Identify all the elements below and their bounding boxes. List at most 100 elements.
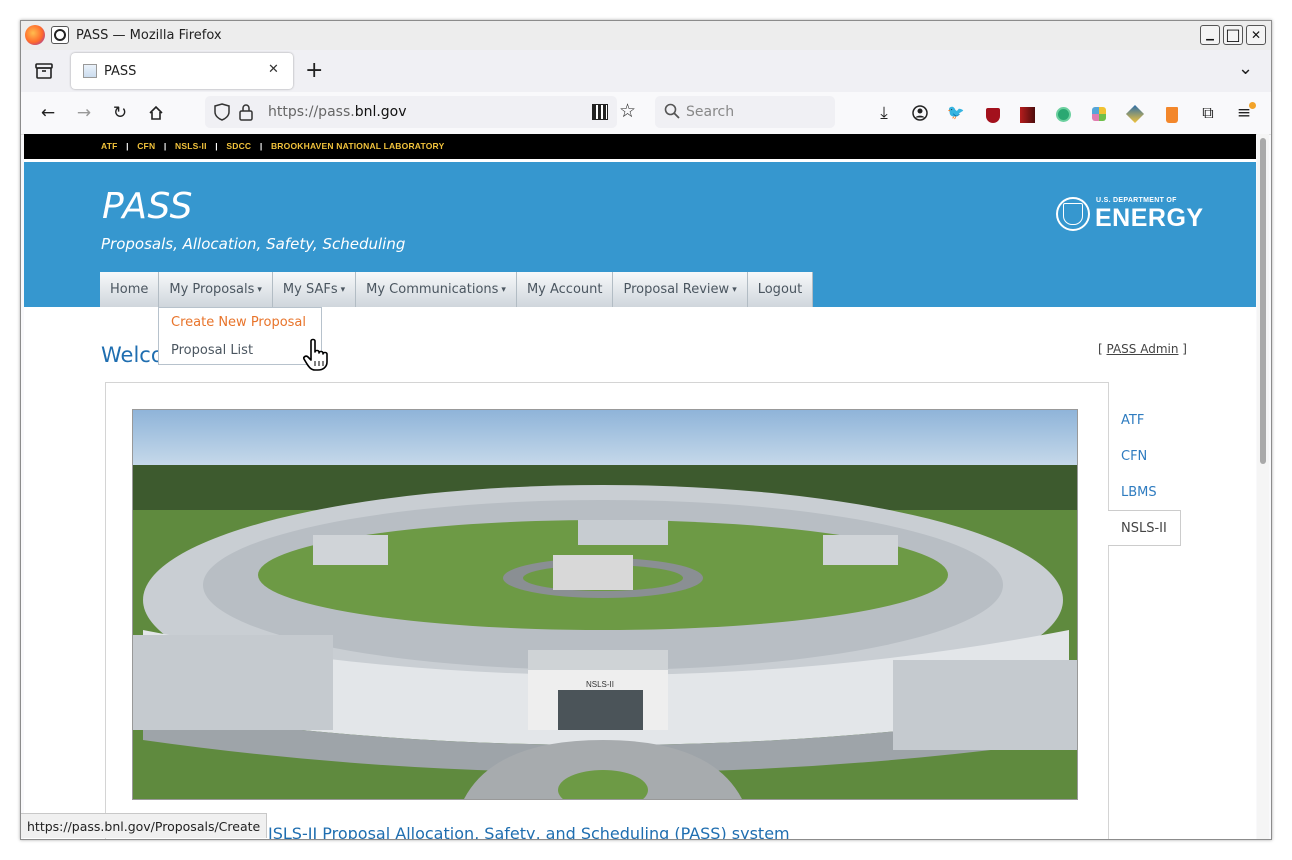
window-title: PASS — Mozilla Firefox <box>76 28 222 43</box>
caret-down-icon: ▾ <box>732 284 737 295</box>
toplink-bnl[interactable]: BROOKHAVEN NATIONAL LABORATORY <box>271 141 444 151</box>
tab-close-icon[interactable]: ✕ <box>268 62 279 77</box>
puzzle-icon: ⧉ <box>1202 103 1214 122</box>
search-box[interactable]: Search <box>655 96 835 128</box>
extensions-button[interactable]: ⧉ <box>1195 100 1221 126</box>
page-scrollbar[interactable] <box>1257 134 1269 839</box>
maximize-button[interactable]: □ <box>1223 25 1243 45</box>
separator: | <box>163 141 167 151</box>
forward-arrow-icon: → <box>76 103 92 123</box>
download-icon: ⤓ <box>880 103 888 123</box>
menu-label: My Proposals <box>169 282 255 297</box>
main-menu: Home My Proposals ▾ My SAFs ▾ My Communica… <box>100 272 814 307</box>
side-tab-atf[interactable]: ATF <box>1121 413 1144 428</box>
toplink-sdcc[interactable]: SDCC <box>226 141 251 151</box>
page-content: ATF | CFN | NSLS-II | SDCC | BROOKHAVEN … <box>24 134 1256 839</box>
extension-blue-icon[interactable] <box>1125 104 1145 124</box>
photo-sign: NSLS-II <box>586 680 614 689</box>
welcome-heading: Welco <box>101 343 164 367</box>
home-icon <box>149 105 163 120</box>
qr-code-icon[interactable] <box>592 104 608 120</box>
my-proposals-dropdown: Create New Proposal Proposal List <box>158 307 322 365</box>
reload-button[interactable]: ↻ <box>107 100 133 126</box>
dropdown-proposal-list[interactable]: Proposal List <box>171 343 253 358</box>
back-arrow-icon: ← <box>40 103 56 123</box>
reload-icon: ↻ <box>112 103 128 123</box>
menu-my-communications[interactable]: My Communications ▾ <box>356 272 517 307</box>
close-window-button[interactable]: ✕ <box>1246 25 1266 45</box>
menu-label: My Account <box>526 282 603 297</box>
close-icon: ✕ <box>1250 28 1262 42</box>
pass-admin-link[interactable]: PASS Admin <box>1107 342 1179 356</box>
minimize-icon: ▁ <box>1206 29 1214 41</box>
address-bar[interactable]: https://pass.bnl.gov ☆ <box>205 96 636 128</box>
tab-label: PASS <box>104 64 137 79</box>
pass-intro-heading: ISLS-II Proposal Allocation, Safety, and… <box>268 824 790 839</box>
side-tab-cfn[interactable]: CFN <box>1121 449 1147 464</box>
pass-admin-area: [ PASS Admin ] <box>1098 342 1187 356</box>
menu-label: Logout <box>757 282 803 297</box>
scrollbar-thumb[interactable] <box>1260 138 1266 464</box>
bracket: [ <box>1098 342 1107 356</box>
menu-home[interactable]: Home <box>100 272 160 307</box>
page-favicon-icon <box>83 64 97 78</box>
toplink-nsls-ii[interactable]: NSLS-II <box>175 141 207 151</box>
tracking-shield-icon[interactable] <box>214 103 230 125</box>
title-bar: PASS — Mozilla Firefox ▁ □ ✕ <box>21 21 1271 51</box>
menu-proposal-review[interactable]: Proposal Review ▾ <box>613 272 748 307</box>
menu-label: My SAFs <box>282 282 338 297</box>
home-button[interactable] <box>143 100 169 126</box>
tab-strip: PASS ✕ + ⌄ <box>21 50 1271 92</box>
list-all-tabs-button[interactable]: ⌄ <box>1238 58 1253 79</box>
menu-my-proposals[interactable]: My Proposals ▾ <box>159 272 273 307</box>
update-badge-icon <box>1249 102 1256 109</box>
menu-label: Home <box>110 282 149 297</box>
url-domain: bnl.gov <box>354 104 407 120</box>
search-icon <box>664 103 680 123</box>
site-subtitle: Proposals, Allocation, Safety, Schedulin… <box>101 235 406 253</box>
extension-green-icon[interactable] <box>1056 107 1071 122</box>
hand-pointer-cursor-icon <box>301 338 335 376</box>
extension-bird-icon[interactable]: 🐦 <box>943 100 969 126</box>
search-placeholder: Search <box>686 104 735 120</box>
pin-window-icon[interactable] <box>51 26 69 44</box>
toplink-atf[interactable]: ATF <box>101 141 118 151</box>
status-bar-url: https://pass.bnl.gov/Proposals/Create <box>21 813 268 838</box>
menu-my-account[interactable]: My Account <box>516 272 614 307</box>
extension-red-icon[interactable] <box>1020 107 1035 123</box>
browser-window: PASS — Mozilla Firefox ▁ □ ✕ PASS ✕ + ⌄ … <box>20 20 1272 840</box>
dropdown-create-new-proposal[interactable]: Create New Proposal <box>171 315 306 330</box>
new-tab-button[interactable]: + <box>305 58 323 83</box>
account-button[interactable] <box>907 100 933 126</box>
menu-my-safs[interactable]: My SAFs ▾ <box>272 272 357 307</box>
separator: | <box>215 141 218 151</box>
downloads-button[interactable]: ⤓ <box>871 100 897 126</box>
doe-energy-text: ENERGY <box>1095 204 1204 232</box>
caret-down-icon: ▾ <box>340 284 346 295</box>
menu-label: My Communications <box>366 282 499 297</box>
ublock-origin-icon[interactable] <box>986 108 1000 123</box>
separator: | <box>126 141 129 151</box>
caret-down-icon: ▾ <box>257 284 262 295</box>
firefox-view-button[interactable] <box>31 58 57 84</box>
extension-colorful-icon[interactable] <box>1092 107 1106 121</box>
account-icon <box>912 105 928 121</box>
site-title[interactable]: PASS <box>102 186 193 227</box>
side-tab-lbms[interactable]: LBMS <box>1121 485 1157 500</box>
site-header: PASS Proposals, Allocation, Safety, Sche… <box>24 162 1256 307</box>
minimize-button[interactable]: ▁ <box>1200 25 1220 45</box>
doe-seal-icon <box>1056 197 1090 231</box>
menu-label: Proposal Review <box>623 282 730 297</box>
menu-logout[interactable]: Logout <box>747 272 814 307</box>
url-prefix: https://pass. <box>268 104 355 120</box>
bracket: ] <box>1178 342 1187 356</box>
side-tab-nsls-ii[interactable]: NSLS-II <box>1121 521 1167 536</box>
back-button[interactable]: ← <box>35 100 61 126</box>
toplink-cfn[interactable]: CFN <box>137 141 155 151</box>
tab-pass[interactable]: PASS ✕ <box>71 53 293 89</box>
lock-icon[interactable] <box>239 103 253 125</box>
forward-button[interactable]: → <box>71 100 97 126</box>
nsls-ii-aerial-image: NSLS-II <box>133 410 1077 799</box>
bookmark-star-icon[interactable]: ☆ <box>619 100 636 122</box>
extension-trash-icon[interactable] <box>1166 107 1178 123</box>
